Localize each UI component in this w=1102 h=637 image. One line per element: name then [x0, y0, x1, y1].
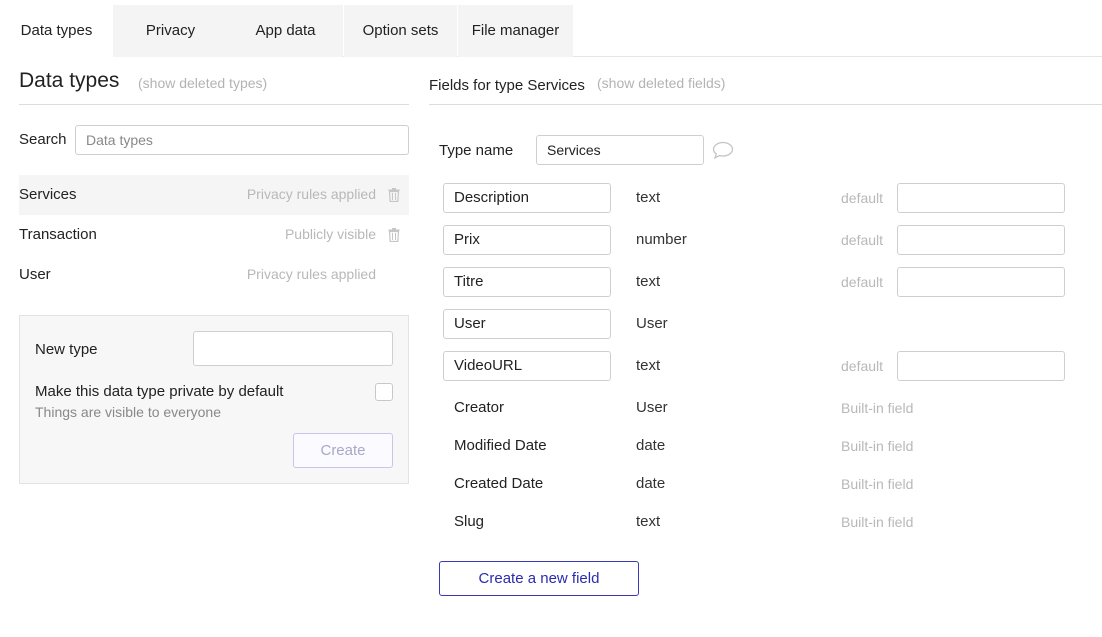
builtin-field-row: Created Date date Built-in field	[443, 469, 1083, 499]
default-label: default	[841, 358, 884, 374]
field-type[interactable]: text	[636, 189, 660, 206]
builtin-field-row: Slug text Built-in field	[443, 507, 1083, 537]
builtin-label: Built-in field	[841, 400, 914, 416]
field-row: User User	[443, 309, 1083, 339]
fields-title: Fields for type Services	[429, 77, 585, 94]
field-name-input[interactable]: Titre	[443, 267, 611, 297]
type-name: User	[19, 266, 51, 283]
trash-icon[interactable]	[388, 228, 400, 242]
field-type: date	[636, 475, 666, 492]
field-name: Modified Date	[454, 437, 547, 454]
tab-bar: Data types Privacy App data Option sets …	[0, 5, 1102, 57]
tab-file-manager[interactable]: File manager	[458, 5, 573, 57]
create-type-button[interactable]: Create	[293, 433, 393, 468]
field-type[interactable]: text	[636, 357, 660, 374]
type-privacy-status: Publicly visible	[284, 226, 376, 242]
trash-icon[interactable]	[388, 188, 400, 202]
field-row: Titre text default	[443, 267, 1083, 297]
type-name: Transaction	[19, 226, 97, 243]
type-row-transaction[interactable]: Transaction Publicly visible	[19, 215, 409, 255]
builtin-label: Built-in field	[841, 438, 914, 454]
divider	[429, 104, 1102, 105]
field-type[interactable]: text	[636, 273, 660, 290]
default-value-input[interactable]	[897, 267, 1065, 297]
field-name: Creator	[454, 399, 505, 416]
builtin-field-row: Modified Date date Built-in field	[443, 431, 1083, 461]
builtin-label: Built-in field	[841, 476, 914, 492]
field-name: Slug	[454, 513, 485, 530]
new-type-input[interactable]	[193, 331, 393, 366]
builtin-label: Built-in field	[841, 514, 914, 530]
default-value-input[interactable]	[897, 225, 1065, 255]
tab-option-sets[interactable]: Option sets	[344, 5, 457, 57]
default-value-input[interactable]	[897, 183, 1065, 213]
divider	[19, 104, 409, 105]
field-type: User	[636, 399, 668, 416]
create-new-field-button[interactable]: Create a new field	[439, 561, 639, 596]
field-name-input[interactable]: Description	[443, 183, 611, 213]
type-row-user[interactable]: User Privacy rules applied	[19, 255, 409, 295]
private-default-sublabel: Things are visible to everyone	[35, 404, 221, 420]
type-name: Services	[19, 186, 77, 203]
tab-privacy[interactable]: Privacy	[113, 5, 228, 57]
new-type-label: New type	[35, 341, 98, 358]
field-type[interactable]: number	[636, 231, 687, 248]
comment-icon[interactable]	[712, 141, 734, 159]
field-type[interactable]: User	[636, 315, 668, 332]
field-type: date	[636, 437, 666, 454]
search-input[interactable]	[75, 125, 409, 155]
field-row: Description text default	[443, 183, 1083, 213]
new-type-panel: New type Make this data type private by …	[19, 315, 409, 484]
field-row: Prix number default	[443, 225, 1083, 255]
show-deleted-types-link[interactable]: (show deleted types)	[138, 75, 267, 91]
private-default-checkbox[interactable]	[375, 383, 393, 401]
field-name-input[interactable]: VideoURL	[443, 351, 611, 381]
type-name-input[interactable]: Services	[536, 135, 704, 165]
field-name-input[interactable]: Prix	[443, 225, 611, 255]
show-deleted-fields-link[interactable]: (show deleted fields)	[597, 75, 725, 91]
field-type: text	[636, 513, 661, 530]
type-name-label: Type name	[439, 142, 514, 159]
default-label: default	[841, 274, 884, 290]
default-label: default	[841, 190, 884, 206]
field-name: Created Date	[454, 475, 544, 492]
type-privacy-status: Privacy rules applied	[246, 186, 376, 202]
field-name-input[interactable]: User	[443, 309, 611, 339]
tab-app-data[interactable]: App data	[228, 5, 343, 57]
type-privacy-status: Privacy rules applied	[246, 266, 376, 282]
field-row: VideoURL text default	[443, 351, 1083, 381]
default-value-input[interactable]	[897, 351, 1065, 381]
search-label: Search	[19, 131, 67, 148]
type-row-services[interactable]: Services Privacy rules applied	[19, 175, 409, 215]
tab-data-types[interactable]: Data types	[0, 5, 113, 57]
private-default-label: Make this data type private by default	[35, 383, 284, 400]
data-types-title: Data types	[19, 69, 120, 92]
default-label: default	[841, 232, 884, 248]
builtin-field-row: Creator User Built-in field	[443, 393, 1083, 423]
